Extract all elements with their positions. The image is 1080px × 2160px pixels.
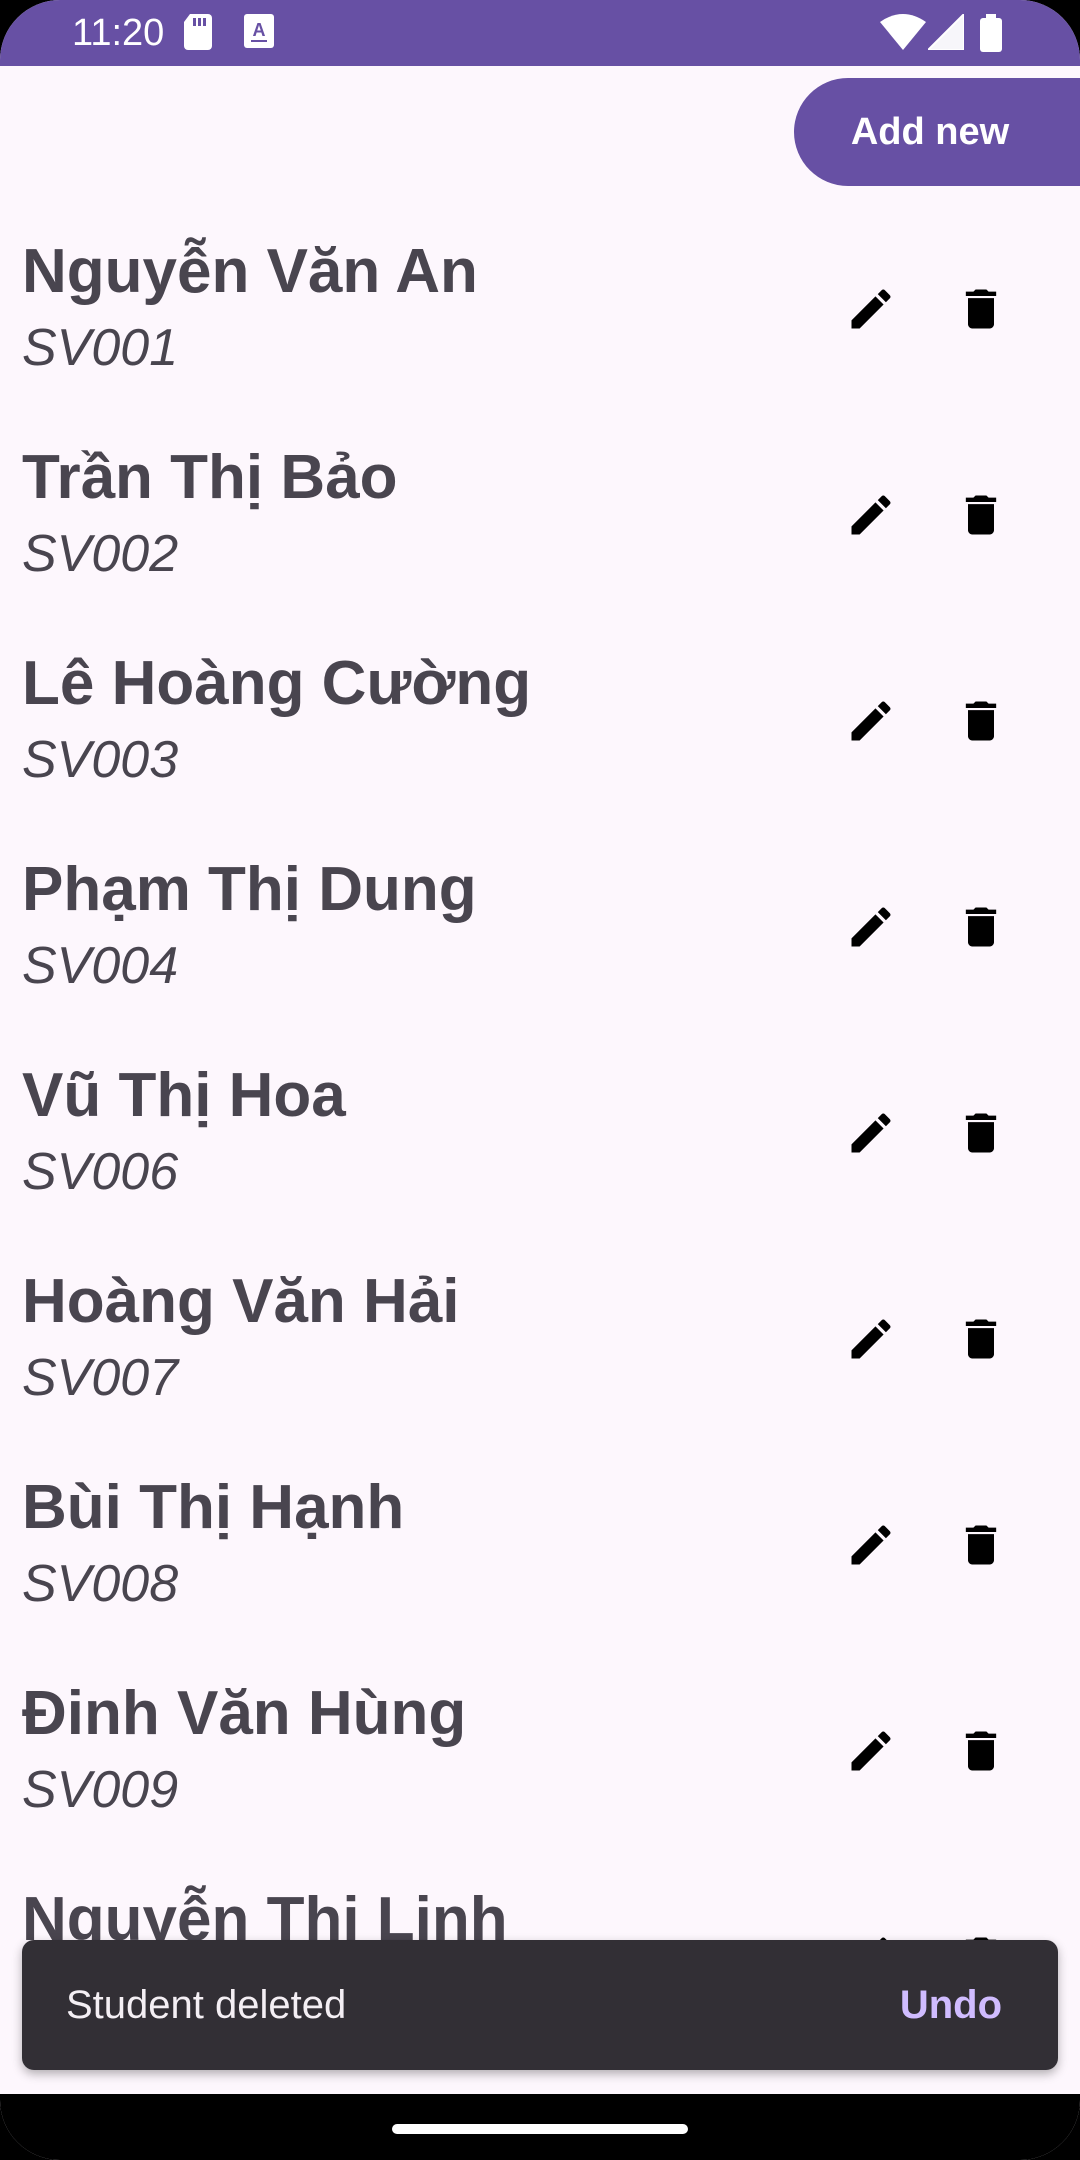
student-name: Lê Hoàng Cường [22,649,532,718]
delete-button[interactable] [936,1090,1026,1180]
student-name: Bùi Thị Hạnh [22,1473,405,1542]
add-new-label: Add new [850,110,1010,153]
add-new-button[interactable]: Add new [794,78,1080,186]
student-code: SV009 [22,1761,179,1819]
delete-button[interactable] [936,472,1026,562]
trash-icon [955,695,1007,752]
edit-button[interactable] [826,472,916,562]
pencil-icon [845,1519,897,1576]
student-row[interactable]: Vũ Thị Hoa SV006 [0,1030,1080,1236]
trash-icon [955,1313,1007,1370]
app-screen: Nguyễn Văn An SV001 Trần Thị Bảo SV002 Lê Ho… [0,0,1080,2160]
student-code: SV004 [22,937,179,995]
student-name: Trần Thị Bảo [22,443,398,512]
student-code: SV007 [22,1349,179,1407]
edit-button[interactable] [826,1090,916,1180]
snackbar: Student deleted Undo [22,1940,1058,2070]
delete-button[interactable] [936,884,1026,974]
delete-button[interactable] [936,1502,1026,1592]
trash-icon [955,1519,1007,1576]
status-bar: 11:20 A [0,0,1080,66]
student-code: SV008 [22,1555,179,1613]
trash-icon [955,489,1007,546]
student-row[interactable]: Bùi Thị Hạnh SV008 [0,1442,1080,1648]
delete-button[interactable] [936,678,1026,768]
trash-icon [955,901,1007,958]
pencil-icon [845,695,897,752]
student-code: SV002 [22,525,179,583]
student-row[interactable]: Lê Hoàng Cường SV003 [0,618,1080,824]
student-code: SV006 [22,1143,179,1201]
delete-button[interactable] [936,266,1026,356]
svg-text:A: A [253,20,266,40]
trash-icon [955,1725,1007,1782]
pencil-icon [845,1107,897,1164]
pencil-icon [845,283,897,340]
snackbar-message: Student deleted [66,1982,347,2027]
pencil-icon [845,1313,897,1370]
home-gesture-handle[interactable] [392,2124,688,2134]
trash-icon [955,283,1007,340]
edit-button[interactable] [826,266,916,356]
undo-button[interactable]: Undo [900,1983,1002,2028]
student-code: SV001 [22,319,179,377]
student-name: Nguyễn Văn An [22,237,478,306]
text-a-icon: A [244,14,284,54]
student-row[interactable]: Hoàng Văn Hải SV007 [0,1236,1080,1442]
student-row[interactable]: Nguyễn Văn An SV001 [0,206,1080,412]
student-name: Hoàng Văn Hải [22,1267,460,1336]
pencil-icon [845,1725,897,1782]
sd-card-icon [184,14,224,54]
student-row[interactable]: Trần Thị Bảo SV002 [0,412,1080,618]
delete-button[interactable] [936,1708,1026,1798]
edit-button[interactable] [826,1708,916,1798]
student-row[interactable]: Đinh Văn Hùng SV009 [0,1648,1080,1854]
student-code: SV003 [22,731,179,789]
signal-icon [925,11,965,54]
student-name: Phạm Thị Dung [22,855,477,924]
delete-button[interactable] [936,1296,1026,1386]
battery-icon [980,14,1004,54]
trash-icon [955,1107,1007,1164]
wifi-icon [880,14,926,54]
edit-button[interactable] [826,1502,916,1592]
pencil-icon [845,901,897,958]
pencil-icon [845,489,897,546]
student-row[interactable]: Phạm Thị Dung SV004 [0,824,1080,1030]
edit-button[interactable] [826,1296,916,1386]
student-name: Đinh Văn Hùng [22,1679,467,1748]
status-time: 11:20 [72,12,165,54]
student-name: Vũ Thị Hoa [22,1061,346,1130]
edit-button[interactable] [826,884,916,974]
edit-button[interactable] [826,678,916,768]
